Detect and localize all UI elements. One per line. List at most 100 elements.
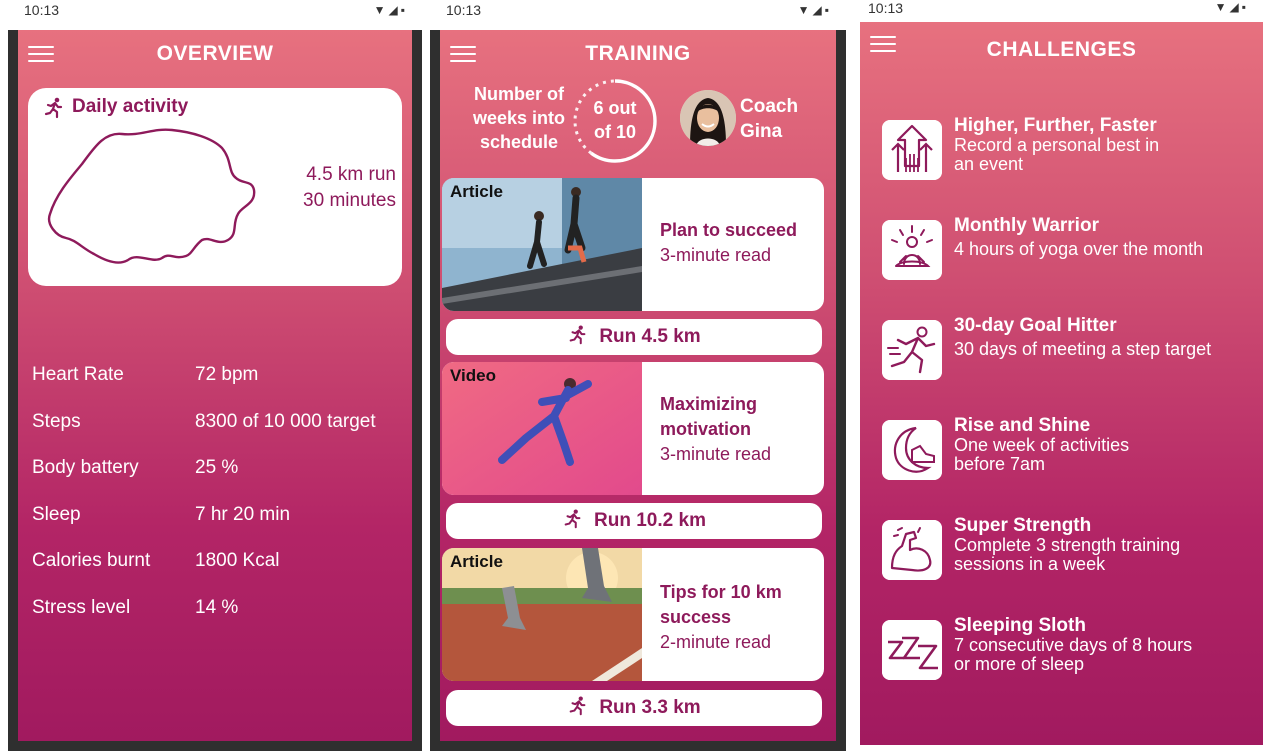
status-icons: ▼◢▪ [797, 3, 832, 17]
metric-label: Heart Rate [32, 364, 124, 385]
avatar[interactable] [680, 90, 736, 146]
run-label: Run 3.3 km [599, 697, 701, 718]
metric-value: 25 % [195, 457, 239, 478]
run-label: Run 4.5 km [599, 326, 701, 347]
status-bar: 10:13 ▼◢▪ [430, 0, 846, 30]
challenge-item[interactable]: Rise and Shine One week of activities be… [882, 416, 1261, 486]
daily-activity-title: Daily activity [72, 96, 189, 117]
card-type-label: Video [450, 366, 496, 385]
status-time: 10:13 [446, 2, 482, 18]
flexed-arm-icon [882, 520, 942, 580]
metric-value: 7 hr 20 min [195, 503, 291, 525]
coach-label: Coach [740, 96, 799, 117]
challenge-description-line: sessions in a week [954, 554, 1106, 574]
runner-icon [569, 325, 586, 345]
challenge-description-line: or more of sleep [954, 654, 1085, 674]
status-time: 10:13 [868, 0, 904, 16]
challenge-title: Sleeping Sloth [954, 615, 1086, 636]
metric-label: Calories burnt [32, 550, 151, 571]
challenge-title: Monthly Warrior [954, 215, 1099, 236]
metric-label: Body battery [32, 457, 139, 478]
article-card[interactable]: Article Plan to succeed 3-minute read [442, 178, 824, 311]
card-type-label: Article [450, 552, 503, 571]
zzz-icon [882, 620, 942, 680]
progress-text-line: of 10 [593, 122, 636, 142]
card-title: Plan to succeed [660, 220, 798, 240]
challenge-title: Rise and Shine [954, 415, 1091, 436]
schedule-label-line: schedule [479, 132, 559, 152]
challenge-description-line: an event [954, 154, 1024, 174]
arrows-up-icon [882, 120, 942, 180]
metric-row: Heart Rate 72 bpm [32, 364, 408, 411]
daily-duration: 30 minutes [303, 190, 396, 211]
daily-activity-card[interactable]: Daily activity 4.5 km run 30 minutes [28, 88, 402, 286]
sprinter-icon [882, 320, 942, 380]
metric-label: Steps [32, 410, 81, 432]
card-title: motivation [660, 419, 752, 439]
challenge-item[interactable]: 30-day Goal Hitter 30 days of meeting a … [882, 316, 1261, 386]
page-title: CHALLENGES [986, 38, 1137, 61]
metrics-list: Heart Rate 72 bpm Steps 8300 of 10 000 t… [32, 364, 408, 643]
challenge-description-line: 7 consecutive days of 8 hours [954, 635, 1193, 655]
training-phone: 10:13 ▼◢▪ TRAINING Number of weeks into … [430, 0, 846, 751]
runner-icon [564, 509, 581, 529]
challenge-description-line: Record a personal best in [954, 135, 1160, 155]
daily-distance: 4.5 km run [306, 164, 396, 185]
metric-row: Stress level 14 % [32, 597, 408, 644]
card-meta: 2-minute read [660, 632, 772, 652]
route-map [47, 128, 256, 264]
page-title: OVERVIEW [156, 42, 274, 65]
top-bar: OVERVIEW [18, 30, 412, 80]
status-bar: 10:13 ▼◢▪ [852, 0, 1263, 22]
video-card[interactable]: Video Maximizing motivation 3-minute rea… [442, 362, 824, 495]
challenge-item[interactable]: Higher, Further, Faster Record a persona… [882, 116, 1261, 186]
coach-portrait [680, 90, 736, 146]
metric-label: Sleep [32, 503, 81, 525]
card-meta: 3-minute read [660, 245, 772, 265]
challenge-title: Higher, Further, Faster [954, 115, 1157, 136]
challenge-description-line: One week of activities [954, 435, 1130, 455]
overview-screen: OVERVIEW Daily activity 4.5 km run 30 mi… [18, 30, 412, 741]
metric-row: Body battery 25 % [32, 457, 408, 504]
moon-shoe-icon [882, 420, 942, 480]
challenge-item[interactable]: Monthly Warrior 4 hours of yoga over the… [882, 216, 1261, 286]
challenge-item[interactable]: Sleeping Sloth 7 consecutive days of 8 h… [882, 616, 1261, 686]
status-bar: 10:13 ▼◢▪ [8, 0, 422, 30]
run-label: Run 10.2 km [594, 510, 706, 531]
meditation-icon [882, 220, 942, 280]
training-screen: TRAINING Number of weeks into schedule 6… [440, 30, 836, 741]
metric-label: Stress level [32, 596, 131, 618]
card-text: Maximizing motivation 3-minute read [660, 392, 818, 467]
metric-value: 1800 Kcal [195, 550, 280, 571]
card-meta: 3-minute read [660, 444, 772, 464]
metric-row: Steps 8300 of 10 000 target [32, 411, 408, 458]
card-text: Plan to succeed 3-minute read [660, 218, 818, 268]
metric-row: Sleep 7 hr 20 min [32, 504, 408, 551]
card-text: Tips for 10 km success 2-minute read [660, 580, 818, 655]
page-title: TRAINING [585, 42, 691, 65]
daily-activity-stats: 4.5 km run 30 minutes [303, 162, 396, 214]
schedule-label-line: weeks into [472, 108, 566, 128]
challenges-screen: CHALLENGES Higher, Further, Faster Recor… [860, 22, 1263, 745]
metric-value: 14 % [195, 596, 239, 618]
run-button[interactable]: Run 10.2 km [446, 503, 822, 539]
challenge-description-line: 30 days of meeting a step target [954, 339, 1212, 359]
challenge-item[interactable]: Super Strength Complete 3 strength train… [882, 516, 1261, 586]
status-time: 10:13 [24, 2, 60, 18]
status-icons: ▼◢▪ [1214, 0, 1249, 14]
run-button[interactable]: Run 4.5 km [446, 319, 822, 355]
overview-phone: 10:13 ▼◢▪ OVERVIEW Daily activity 4.5 km… [8, 0, 422, 751]
card-type-label: Article [450, 182, 503, 201]
article-card[interactable]: Article Tips for 10 km success 2-minute … [442, 548, 824, 681]
coach-name: Coach Gina [740, 94, 798, 144]
challenge-description: Record a personal best in an event [954, 136, 1261, 174]
card-title: Tips for 10 km [660, 582, 782, 602]
challenge-description-line: Complete 3 strength training [954, 535, 1181, 555]
run-button[interactable]: Run 3.3 km [446, 690, 822, 726]
challenge-description: Complete 3 strength training sessions in… [954, 536, 1261, 574]
card-title: Maximizing [660, 394, 758, 414]
challenge-description: 7 consecutive days of 8 hours or more of… [954, 636, 1261, 674]
challenge-description-line: 4 hours of yoga over the month [954, 239, 1204, 259]
challenge-description: One week of activities before 7am [954, 436, 1261, 474]
progress-text-line: 6 out [593, 98, 637, 118]
